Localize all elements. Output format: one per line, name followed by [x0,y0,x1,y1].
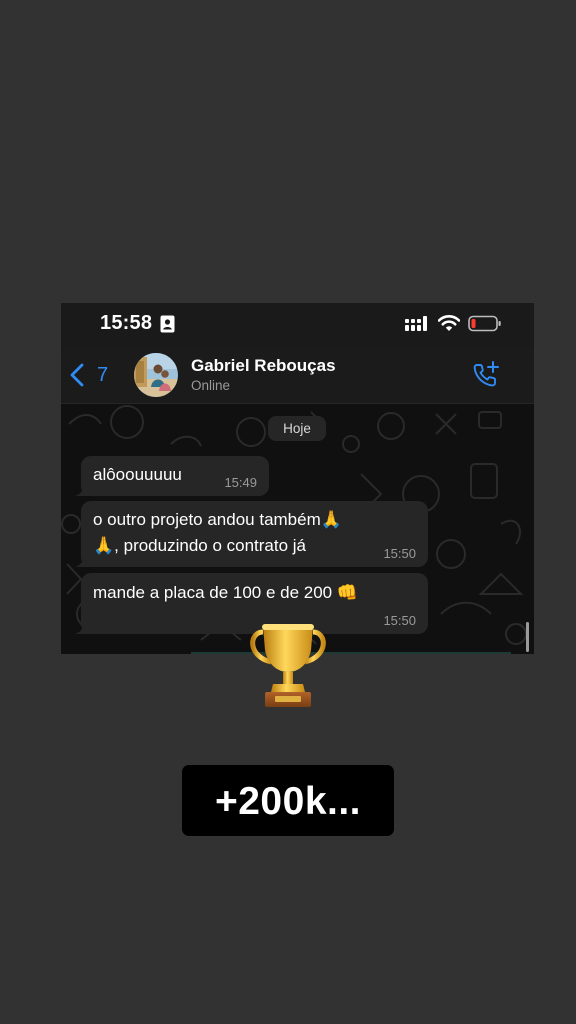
input-bar-edge [191,652,511,654]
add-call-button[interactable] [471,360,501,390]
contact-status: Online [191,378,231,393]
caption-text: +200k... [214,780,362,823]
message-bubble[interactable]: o outro projeto andou também🙏 🙏, produzi… [75,501,428,567]
caption-box: +200k... [182,765,394,836]
status-time: 15:58 [100,312,153,334]
status-bar: 15:58 [61,303,534,347]
bubble-tail [75,622,89,634]
scroll-indicator[interactable] [526,622,529,652]
message-text-line2: 🙏, produzindo o contrato já [93,536,307,555]
date-separator: Hoje [268,416,326,441]
message-time: 15:50 [383,613,416,628]
chat-area[interactable]: Hoje alôoouuuuu 15:49 o outro projeto an… [61,404,534,654]
message-text: o outro projeto andou também🙏 [93,510,342,529]
avatar-photo [134,353,178,397]
message-time: 15:50 [383,546,416,561]
contact-name[interactable]: Gabriel Rebouças [191,356,336,376]
message-time: 15:49 [224,475,257,490]
message-text: mande a placa de 100 e de 200 👊 [93,583,359,602]
message-bubble[interactable]: alôoouuuuu 15:49 [75,456,269,496]
contact-card-icon [160,315,175,333]
bubble-tail [75,484,89,496]
bubble-tail [75,555,89,567]
avatar[interactable] [134,353,178,397]
wifi-icon [438,315,460,331]
signal-icon [405,316,427,331]
chevron-left-icon [70,363,84,387]
plus-icon [487,361,499,373]
unread-count: 7 [97,364,109,386]
battery-low-icon [468,315,501,332]
trophy-icon [250,624,326,707]
message-text: alôoouuuuu [93,465,182,484]
back-button[interactable]: 7 [69,361,113,389]
whatsapp-screenshot: 15:58 7 Gabriel Rebouças Online Hoje alô… [61,303,534,654]
chat-header: 7 Gabriel Rebouças Online [61,347,534,404]
